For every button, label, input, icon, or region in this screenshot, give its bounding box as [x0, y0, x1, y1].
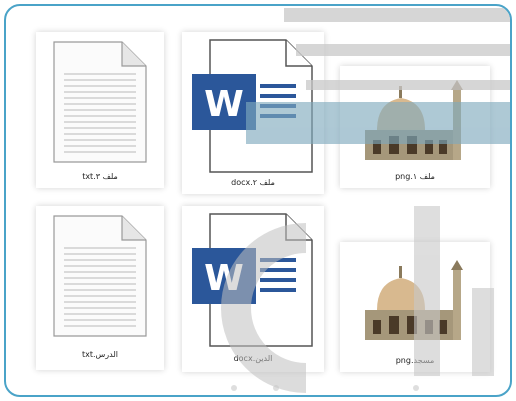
file-grid-panel: ملف ٣.txt W ملف ٢.docx ملف ١.png الدرس.t… [4, 4, 512, 397]
file-tile-txt[interactable]: ملف ٣.txt [36, 32, 164, 188]
file-name-label: الدرس.txt [81, 350, 119, 359]
word-document-icon: W [192, 213, 313, 347]
text-document-icon [53, 215, 147, 337]
file-tile-docx[interactable]: W ملف ٢.docx [182, 32, 324, 194]
svg-text:W: W [204, 258, 244, 299]
file-tile-txt[interactable]: الدرس.txt [36, 206, 164, 370]
file-name-label: مسجد.png [395, 356, 435, 365]
file-tile-docx[interactable]: W الدين.docx [182, 206, 324, 372]
word-document-icon: W [192, 39, 313, 173]
file-name-label: ملف ٣.txt [82, 172, 118, 181]
file-name-label: ملف ١.png [395, 172, 435, 181]
file-name-label: الدين.docx [233, 354, 273, 363]
text-document-icon [53, 41, 147, 163]
svg-text:W: W [204, 84, 244, 125]
mosque-image-icon [365, 260, 463, 340]
file-tile-png[interactable]: مسجد.png [340, 242, 490, 372]
file-tile-png[interactable]: ملف ١.png [340, 66, 490, 188]
mosque-image-icon [365, 80, 463, 160]
file-name-label: ملف ٢.docx [231, 178, 275, 187]
